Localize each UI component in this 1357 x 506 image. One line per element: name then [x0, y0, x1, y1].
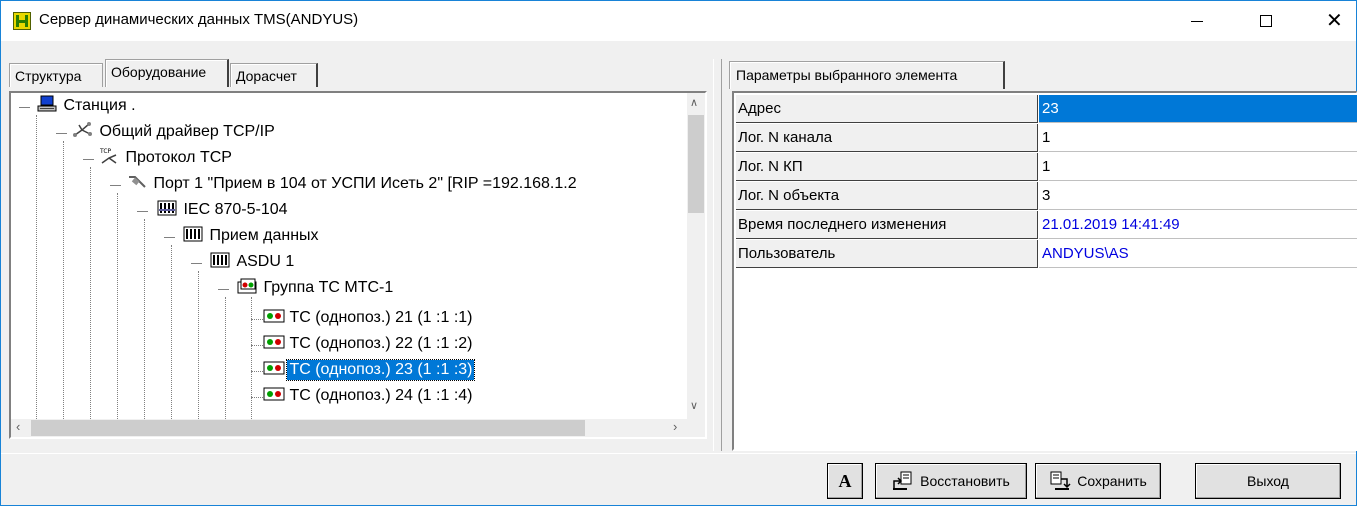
param-value[interactable]: 1 [1039, 153, 1357, 181]
tree-node-ts-24[interactable]: ТС (однопоз.) 24 (1 :1 :4) [263, 385, 474, 411]
tree-node-label: ТС (однопоз.) 24 (1 :1 :4) [289, 387, 473, 404]
tree-node-label: Протокол TCP [125, 149, 232, 166]
restore-icon [892, 471, 914, 491]
scroll-right-icon[interactable]: › [673, 419, 677, 434]
tab-structure-label: Структура [15, 68, 82, 84]
tree-node-label: ТС (однопоз.) 23 (1 :1 :3) [286, 359, 476, 381]
param-key: Время последнего изменения [736, 211, 1038, 239]
iec-device-icon [157, 199, 177, 217]
param-row-last-change[interactable]: Время последнего изменения 21.01.2019 14… [736, 211, 1357, 240]
splitter-highlight [713, 59, 714, 451]
scroll-up-icon[interactable]: ∧ [690, 96, 698, 109]
close-icon: ✕ [1326, 8, 1343, 32]
close-button[interactable]: ✕ [1311, 1, 1357, 41]
param-key: Лог. N объекта [736, 182, 1038, 210]
params-grid: Адрес 23 Лог. N канала 1 Лог. N КП 1 Лог… [732, 91, 1357, 451]
font-icon: A [838, 470, 852, 491]
tree-node-ts-21[interactable]: ТС (однопоз.) 21 (1 :1 :1) [263, 307, 474, 333]
tree-node-label: ТС (однопоз.) 21 (1 :1 :1) [289, 309, 473, 326]
tree-node-station[interactable]: Станция . [37, 95, 138, 121]
tree-node-label: Общий драйвер TCP/IP [99, 123, 275, 140]
param-key: Адрес [736, 95, 1038, 123]
tree-node-ts-23[interactable]: ТС (однопоз.) 23 (1 :1 :3) [263, 359, 476, 385]
scroll-corner [687, 419, 705, 437]
tcp-protocol-icon: TCP [99, 147, 119, 165]
save-icon [1049, 471, 1071, 491]
minimize-icon [1191, 21, 1203, 22]
param-row-channel[interactable]: Лог. N канала 1 [736, 124, 1357, 153]
tree-node-ts-22[interactable]: ТС (однопоз.) 22 (1 :1 :2) [263, 333, 474, 359]
tab-selected-element-params[interactable]: Параметры выбранного элемента [729, 61, 1005, 89]
tree-node-asdu-1[interactable]: ASDU 1 [210, 251, 296, 277]
network-icon [73, 121, 93, 139]
computer-icon [37, 95, 57, 113]
param-value[interactable]: 1 [1039, 124, 1357, 152]
app-icon [13, 12, 31, 30]
horizontal-scroll-thumb[interactable] [31, 420, 585, 436]
scroll-down-icon[interactable]: ∨ [690, 399, 698, 412]
equipment-tree[interactable]: Станция . Общий драйвер TCP/IP TCP Прото… [9, 91, 707, 439]
tree-node-label: IEC 870-5-104 [183, 201, 288, 218]
tree-node-label: Станция . [63, 97, 136, 114]
tree-viewport: Станция . Общий драйвер TCP/IP TCP Прото… [11, 93, 687, 419]
maximize-button[interactable] [1243, 1, 1289, 41]
exit-label: Выход [1247, 473, 1289, 489]
ts-signal-icon [263, 359, 285, 377]
tree-node-tcpip-driver[interactable]: Общий драйвер TCP/IP [73, 121, 277, 147]
plug-icon [127, 173, 147, 191]
tree-node-label: Прием данных [209, 227, 319, 244]
tree-horizontal-scrollbar[interactable]: ‹ › [11, 419, 687, 437]
font-button[interactable]: A [827, 463, 863, 499]
minimize-button[interactable] [1174, 1, 1220, 41]
restore-label: Восстановить [920, 473, 1010, 489]
tab-equipment[interactable]: Оборудование [105, 59, 229, 87]
param-key: Пользователь [736, 240, 1038, 268]
group-icon [237, 277, 257, 295]
tab-equipment-label: Оборудование [111, 64, 207, 80]
window-title: Сервер динамических данных TMS(ANDYUS) [39, 11, 359, 28]
tree-node-label: Порт 1 "Прием в 104 от УСПИ Исеть 2" [RI… [153, 175, 577, 192]
main-window: Сервер динамических данных TMS(ANDYUS) ✕… [0, 0, 1357, 506]
ts-signal-icon [263, 307, 285, 325]
param-value[interactable]: 21.01.2019 14:41:49 [1039, 211, 1357, 239]
tab-structure[interactable]: Структура [9, 63, 103, 87]
tab-recalculation-label: Дорасчет [236, 68, 297, 84]
restore-button[interactable]: Восстановить [875, 463, 1027, 499]
vertical-scroll-thumb[interactable] [688, 115, 704, 213]
param-row-kp[interactable]: Лог. N КП 1 [736, 153, 1357, 182]
param-value[interactable]: 23 [1039, 95, 1357, 123]
param-row-address[interactable]: Адрес 23 [736, 95, 1357, 124]
tree-node-data-receive[interactable]: Прием данных [183, 225, 321, 251]
scroll-left-icon[interactable]: ‹ [16, 419, 20, 434]
splitter[interactable] [721, 59, 722, 451]
tree-node-group-ts-mts-1[interactable]: Группа ТС МТС-1 [237, 277, 395, 303]
param-value[interactable]: 3 [1039, 182, 1357, 210]
tree-node-label: ASDU 1 [236, 253, 295, 270]
ts-signal-icon [263, 385, 285, 403]
ts-signal-icon [263, 333, 285, 351]
exit-button[interactable]: Выход [1195, 463, 1341, 499]
save-label: Сохранить [1077, 473, 1147, 489]
maximize-icon [1260, 15, 1272, 27]
param-row-object[interactable]: Лог. N объекта 3 [736, 182, 1357, 211]
tree-vertical-scrollbar[interactable]: ∧ ∨ [687, 93, 705, 419]
data-receive-icon [183, 225, 203, 243]
param-key: Лог. N канала [736, 124, 1038, 152]
tab-params-label: Параметры выбранного элемента [736, 67, 958, 83]
title-bar: Сервер динамических данных TMS(ANDYUS) ✕ [1, 1, 1356, 41]
param-value[interactable]: ANDYUS\AS [1039, 240, 1357, 268]
param-key: Лог. N КП [736, 153, 1038, 181]
tree-node-label: ТС (однопоз.) 22 (1 :1 :2) [289, 335, 473, 352]
param-row-user[interactable]: Пользователь ANDYUS\AS [736, 240, 1357, 269]
save-button[interactable]: Сохранить [1035, 463, 1161, 499]
tree-node-tcp-protocol[interactable]: TCP Протокол TCP [99, 147, 234, 173]
svg-text:TCP: TCP [99, 148, 112, 155]
tab-recalculation[interactable]: Дорасчет [230, 63, 318, 87]
tree-node-port-1[interactable]: Порт 1 "Прием в 104 от УСПИ Исеть 2" [RI… [127, 173, 579, 199]
bottom-separator [1, 453, 1356, 454]
tree-node-label: Группа ТС МТС-1 [263, 279, 394, 296]
tree-node-iec-870-5-104[interactable]: IEC 870-5-104 [157, 199, 290, 225]
asdu-icon [210, 251, 230, 269]
